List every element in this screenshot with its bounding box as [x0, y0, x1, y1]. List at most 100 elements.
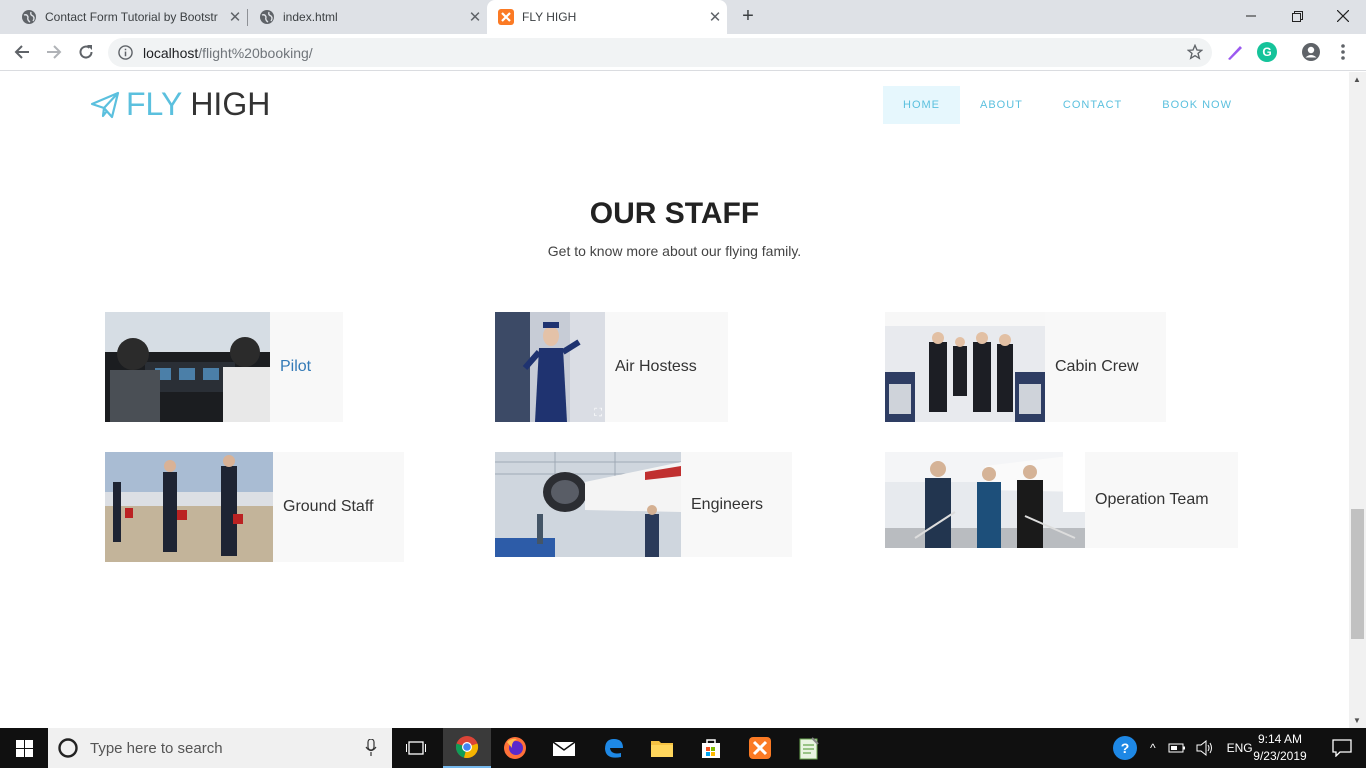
folder-icon — [651, 741, 673, 757]
battery-icon — [1168, 743, 1185, 753]
nav-contact[interactable]: CONTACT — [1043, 86, 1142, 124]
taskbar-store[interactable] — [687, 728, 735, 768]
browser-tab-contact-form[interactable]: Contact Form Tutorial by Bootstr ✕ — [0, 0, 247, 34]
store-bag-icon — [702, 739, 720, 758]
firefox-icon — [504, 737, 526, 759]
cortana-icon — [58, 738, 78, 758]
nav-about[interactable]: ABOUT — [960, 86, 1043, 124]
chrome-icon — [455, 736, 479, 759]
staff-label: Operation Team — [1095, 491, 1209, 508]
nav-home[interactable]: HOME — [883, 86, 960, 124]
clock-date: 9/23/2019 — [1253, 749, 1307, 763]
nav-book-now[interactable]: BOOK NOW — [1142, 86, 1252, 124]
staff-label: Cabin Crew — [1055, 358, 1139, 375]
menu-kebab-icon[interactable] — [1333, 42, 1353, 62]
windows-taskbar: Type here to search ? ^ ENG 9:14 AM 9/23… — [0, 728, 1366, 768]
staff-label: Engineers — [691, 495, 764, 513]
section-subtitle: Get to know more about our flying family… — [547, 243, 802, 259]
brand-high: HIGH — [190, 86, 271, 122]
air-hostess-photo: ⛶ — [495, 312, 605, 422]
xampp-icon — [749, 737, 771, 759]
back-button[interactable] — [8, 38, 36, 66]
taskbar-edge[interactable] — [590, 728, 638, 768]
clock-time: 9:14 AM — [1257, 732, 1303, 746]
start-button[interactable] — [0, 728, 48, 768]
reload-icon — [79, 45, 93, 59]
close-tab-icon[interactable]: ✕ — [463, 8, 487, 26]
xampp-icon — [498, 9, 514, 25]
arrow-left-icon — [14, 45, 29, 59]
chevron-up-icon[interactable]: ^ — [1150, 741, 1156, 755]
arrow-right-icon — [47, 45, 62, 59]
tab-title: FLY HIGH — [522, 10, 577, 24]
task-view-icon — [406, 741, 426, 755]
close-window-button[interactable] — [1320, 0, 1366, 32]
mail-icon — [552, 741, 576, 756]
taskbar-mail[interactable] — [540, 728, 588, 768]
address-bar[interactable]: localhost/flight%20booking/ — [108, 38, 1212, 67]
browser-toolbar: localhost/flight%20booking/ G — [0, 34, 1366, 71]
pen-extension-icon[interactable] — [1225, 42, 1245, 62]
page-viewport: FLY HIGH HOME ABOUT CONTACT BOOK NOW OUR… — [0, 72, 1366, 728]
restore-button[interactable] — [1274, 0, 1320, 32]
reload-button[interactable] — [72, 38, 100, 66]
action-center-button[interactable] — [1318, 728, 1366, 768]
scroll-up-icon[interactable]: ▲ — [1353, 75, 1361, 84]
globe-icon — [259, 9, 275, 25]
staff-card-engineers[interactable]: Engineers — [495, 452, 792, 557]
site-logo[interactable]: FLY HIGH — [90, 86, 270, 123]
staff-card-air-hostess[interactable]: ⛶ Air Hostess — [495, 312, 728, 422]
search-placeholder: Type here to search — [90, 739, 223, 757]
taskbar-xampp[interactable] — [736, 728, 784, 768]
close-tab-icon[interactable]: ✕ — [223, 8, 247, 26]
page-scrollbar[interactable]: ▲ ▼ — [1349, 72, 1366, 728]
staff-card-pilot[interactable]: Pilot — [105, 312, 343, 422]
system-tray: ? ^ ENG — [1113, 728, 1253, 768]
pilot-cockpit-photo — [105, 312, 270, 422]
browser-tabstrip: Contact Form Tutorial by Bootstr ✕ index… — [0, 0, 1366, 34]
ground-staff-photo — [105, 452, 273, 562]
taskbar-chrome[interactable] — [443, 728, 491, 768]
minimize-button[interactable] — [1228, 0, 1274, 32]
browser-tab-index[interactable]: index.html ✕ — [247, 0, 487, 34]
profile-avatar-icon[interactable] — [1301, 42, 1321, 62]
browser-tab-fly-high[interactable]: FLY HIGH ✕ — [487, 0, 727, 34]
brand-fly: FLY — [126, 86, 183, 122]
taskbar-notepad[interactable] — [785, 728, 833, 768]
taskbar-clock[interactable]: 9:14 AM 9/23/2019 — [1246, 731, 1314, 765]
notepad-icon — [799, 737, 819, 760]
staff-card-cabin-crew[interactable]: Cabin Crew — [885, 312, 1166, 422]
edge-icon — [605, 739, 623, 758]
section-title: OUR STAFF — [589, 197, 760, 230]
close-tab-icon[interactable]: ✕ — [703, 8, 727, 26]
staff-card-ground-staff[interactable]: Ground Staff — [105, 452, 404, 562]
taskbar-search[interactable]: Type here to search — [48, 728, 392, 768]
engineers-hangar-photo — [495, 452, 681, 557]
tab-title: Contact Form Tutorial by Bootstr — [45, 10, 218, 24]
main-nav: HOME ABOUT CONTACT BOOK NOW — [883, 86, 1252, 124]
microphone-icon — [365, 739, 377, 756]
new-tab-button[interactable]: + — [737, 5, 759, 27]
forward-button[interactable] — [40, 38, 68, 66]
bookmark-star-icon[interactable] — [1186, 43, 1204, 65]
taskbar-file-explorer[interactable] — [638, 728, 686, 768]
taskbar-firefox[interactable] — [491, 728, 539, 768]
paper-plane-icon — [90, 91, 120, 118]
url-path: /flight%20booking/ — [198, 45, 313, 61]
expand-icon[interactable]: ⛶ — [594, 407, 602, 420]
globe-icon — [21, 9, 37, 25]
scroll-down-icon[interactable]: ▼ — [1353, 716, 1361, 725]
cabin-crew-photo — [885, 312, 1045, 422]
staff-card-operation-team[interactable]: Operation Team — [885, 452, 1238, 548]
help-icon[interactable]: ? — [1113, 736, 1137, 760]
notification-icon — [1332, 739, 1352, 757]
staff-label[interactable]: Pilot — [270, 312, 343, 422]
info-icon[interactable] — [118, 45, 133, 65]
url-host: localhost — [143, 45, 199, 61]
task-view-button[interactable] — [392, 728, 440, 768]
operation-team-photo — [885, 452, 1085, 548]
grammarly-icon[interactable]: G — [1257, 42, 1277, 62]
staff-label: Air Hostess — [615, 358, 697, 375]
scrollbar-thumb[interactable] — [1351, 509, 1364, 639]
windows-logo-icon — [15, 739, 33, 757]
